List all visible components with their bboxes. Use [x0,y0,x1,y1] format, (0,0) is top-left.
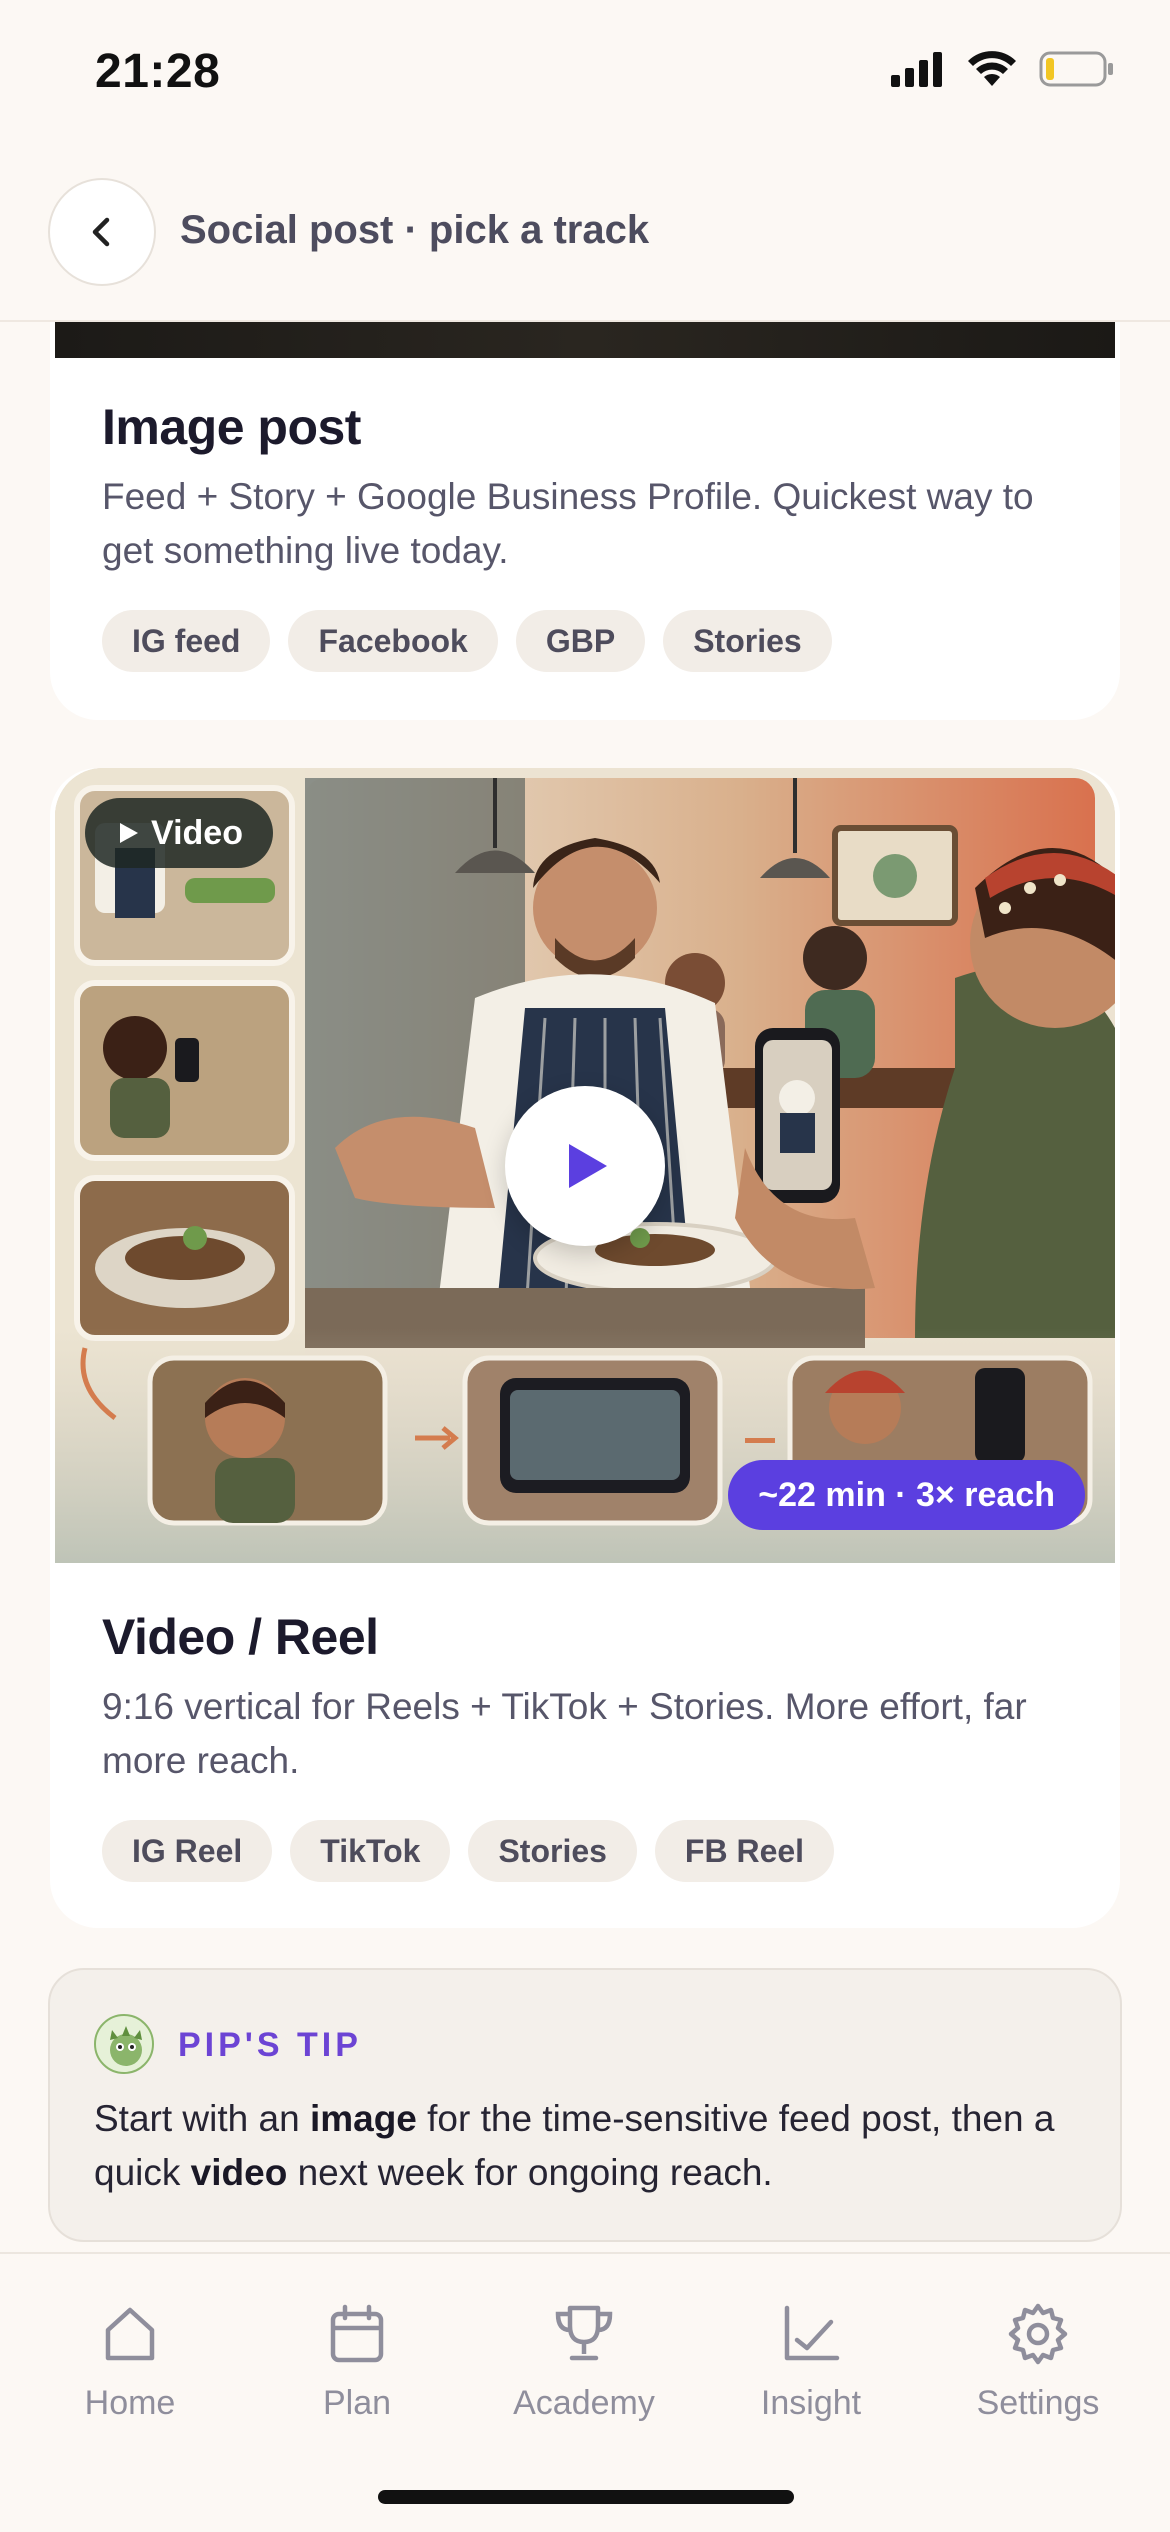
tip-text: Start with an image for the time-sensiti… [94,2098,1055,2193]
chart-check-icon [784,2305,840,2361]
status-time: 21:28 [95,45,221,98]
gear-icon [1008,2303,1068,2365]
status-icons [891,50,1115,88]
platform-chips: IG Reel TikTok Stories FB Reel [102,1820,835,1882]
tab-academy[interactable]: Academy [484,2302,684,2423]
chip-stories: Stories [468,1820,637,1882]
chip-fb-reel: FB Reel [654,1820,835,1882]
tab-insight[interactable]: Insight [711,2302,911,2423]
home-icon [105,2307,155,2361]
video-hero-image: Video ~22 min · 3× reach [55,768,1115,1563]
card-description: 9:16 vertical for Reels + TikTok + Stori… [102,1686,1027,1781]
tip-label: PIP'S TIP [178,2026,362,2064]
calendar-icon [330,2304,384,2363]
page-title: Social post · pick a track [180,208,650,252]
tab-label: Insight [760,2384,862,2422]
pip-avatar [94,2014,154,2074]
image-post-card[interactable]: Image post Feed + Story + Google Busines… [50,280,1120,720]
chip-tiktok: TikTok [290,1820,451,1882]
tab-label: Settings [976,2384,1100,2422]
video-reel-card[interactable]: Video ~22 min · 3× reach Video / Reel 9:… [50,768,1120,1928]
tab-label: Home [84,2384,176,2422]
image-post-thumbnail [55,322,1115,358]
video-badge-label: Video [151,813,243,852]
time-reach-badge: ~22 min · 3× reach [728,1460,1085,1530]
play-icon [569,1144,607,1188]
wifi-icon [968,51,1016,86]
chip-stories: Stories [663,610,832,672]
trophy-icon [555,2305,613,2361]
tab-label: Plan [322,2384,392,2422]
card-description: Feed + Story + Google Business Profile. … [102,476,1034,571]
play-small-icon [120,823,138,843]
chip-ig-reel: IG Reel [102,1820,273,1882]
tab-home[interactable]: Home [30,2302,230,2423]
battery-low-icon [1039,51,1113,87]
card-title: Image post [102,399,361,455]
top-nav-header: Social post · pick a track [0,150,1170,322]
card-title: Video / Reel [102,1609,379,1665]
chip-facebook: Facebook [288,610,498,672]
tab-settings[interactable]: Settings [938,2302,1138,2423]
play-button[interactable] [505,1086,665,1246]
platform-chips: IG feed Facebook GBP Stories [102,610,832,672]
chip-gbp: GBP [515,610,646,672]
home-indicator [378,2490,794,2504]
video-badge: Video [85,798,273,868]
cellular-signal-icon [891,52,942,87]
tab-plan[interactable]: Plan [257,2302,457,2423]
chip-ig-feed: IG feed [102,610,271,672]
chevron-left-icon [92,217,110,247]
back-button[interactable] [48,178,156,286]
status-bar: 21:28 [0,0,1170,150]
tab-label: Academy [513,2384,655,2422]
pips-tip-panel: PIP'S TIP Start with an image for the ti… [48,1968,1122,2242]
